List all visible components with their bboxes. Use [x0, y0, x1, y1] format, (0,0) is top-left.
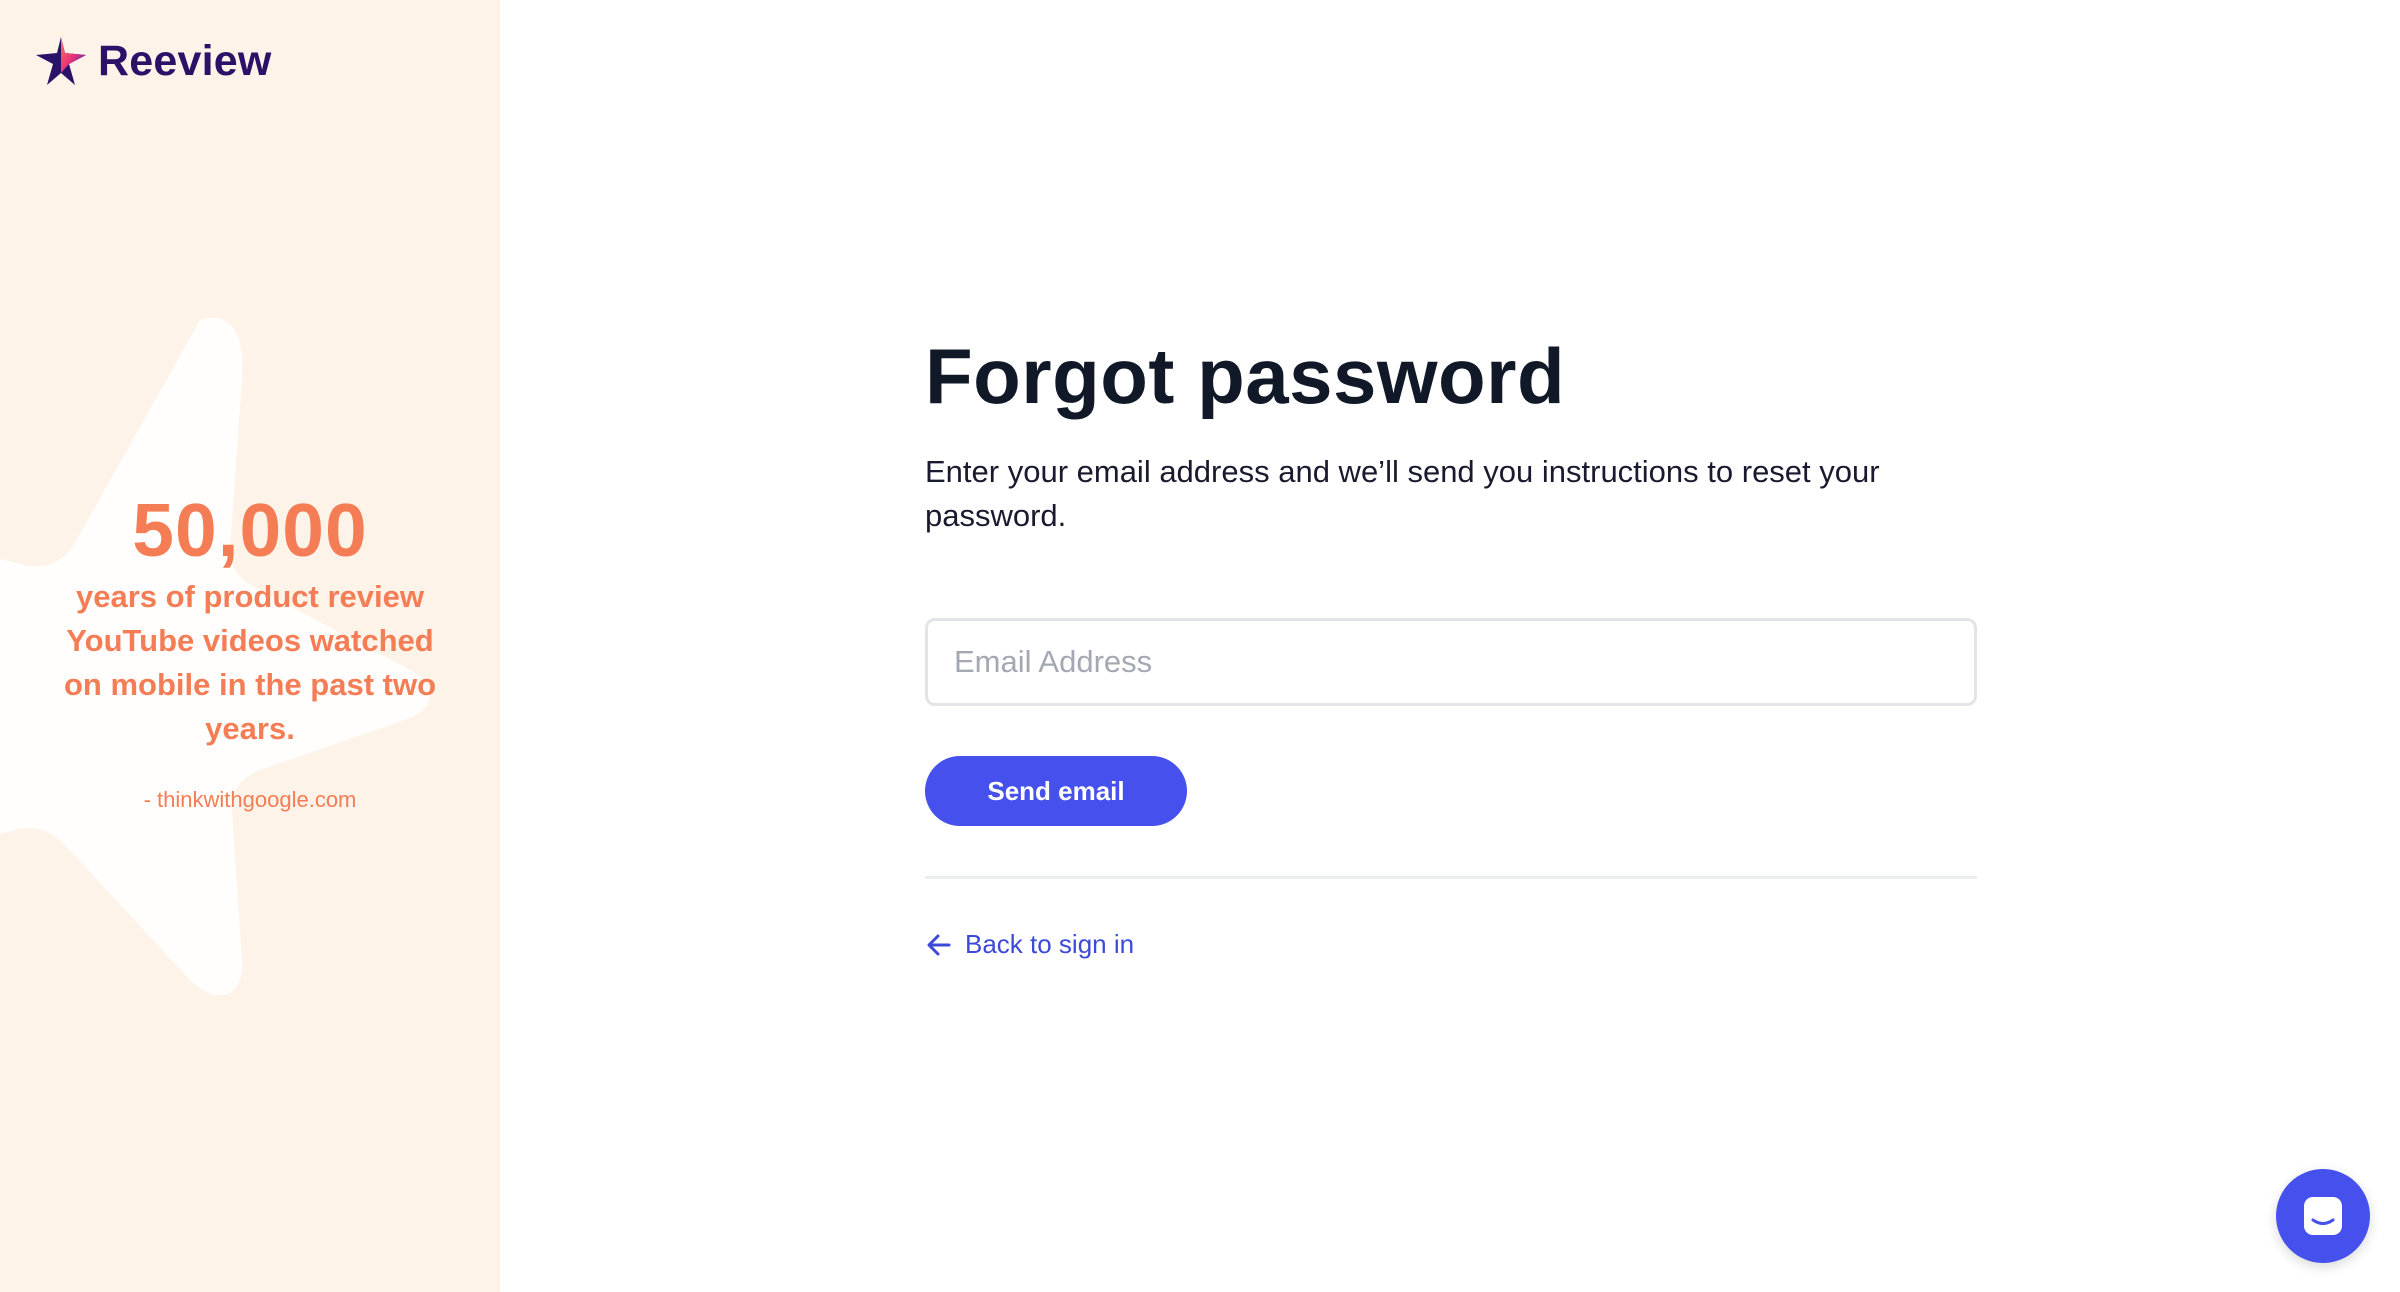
brand-name: Reeview: [98, 36, 272, 85]
promo-stat: 50,000 years of product review YouTube v…: [0, 485, 500, 813]
chat-launcher-button[interactable]: [2276, 1169, 2370, 1263]
page-subtitle: Enter your email address and we’ll send …: [925, 454, 1880, 533]
email-field[interactable]: [925, 618, 1977, 706]
back-link-label: Back to sign in: [965, 929, 1135, 959]
stat-number: 50,000: [132, 488, 368, 572]
arrow-left-icon: [927, 934, 951, 955]
forgot-password-page: Reeview 50,000 years of product review Y…: [0, 0, 2400, 1292]
page-title: Forgot password: [925, 332, 1566, 420]
send-email-button[interactable]: Send email: [925, 756, 1187, 826]
promo-panel: Reeview 50,000 years of product review Y…: [0, 0, 500, 1292]
stat-description: years of product review YouTube videos w…: [64, 579, 436, 746]
divider: [925, 876, 1977, 879]
brand-logo[interactable]: Reeview: [34, 34, 272, 88]
stat-source: - thinkwithgoogle.com: [143, 787, 357, 812]
star-logo-icon: [36, 37, 86, 85]
back-to-sign-in-link[interactable]: Back to sign in: [925, 929, 1134, 960]
chat-icon: [2304, 1197, 2342, 1235]
forgot-password-form: Forgot password Enter your email address…: [925, 330, 1977, 964]
